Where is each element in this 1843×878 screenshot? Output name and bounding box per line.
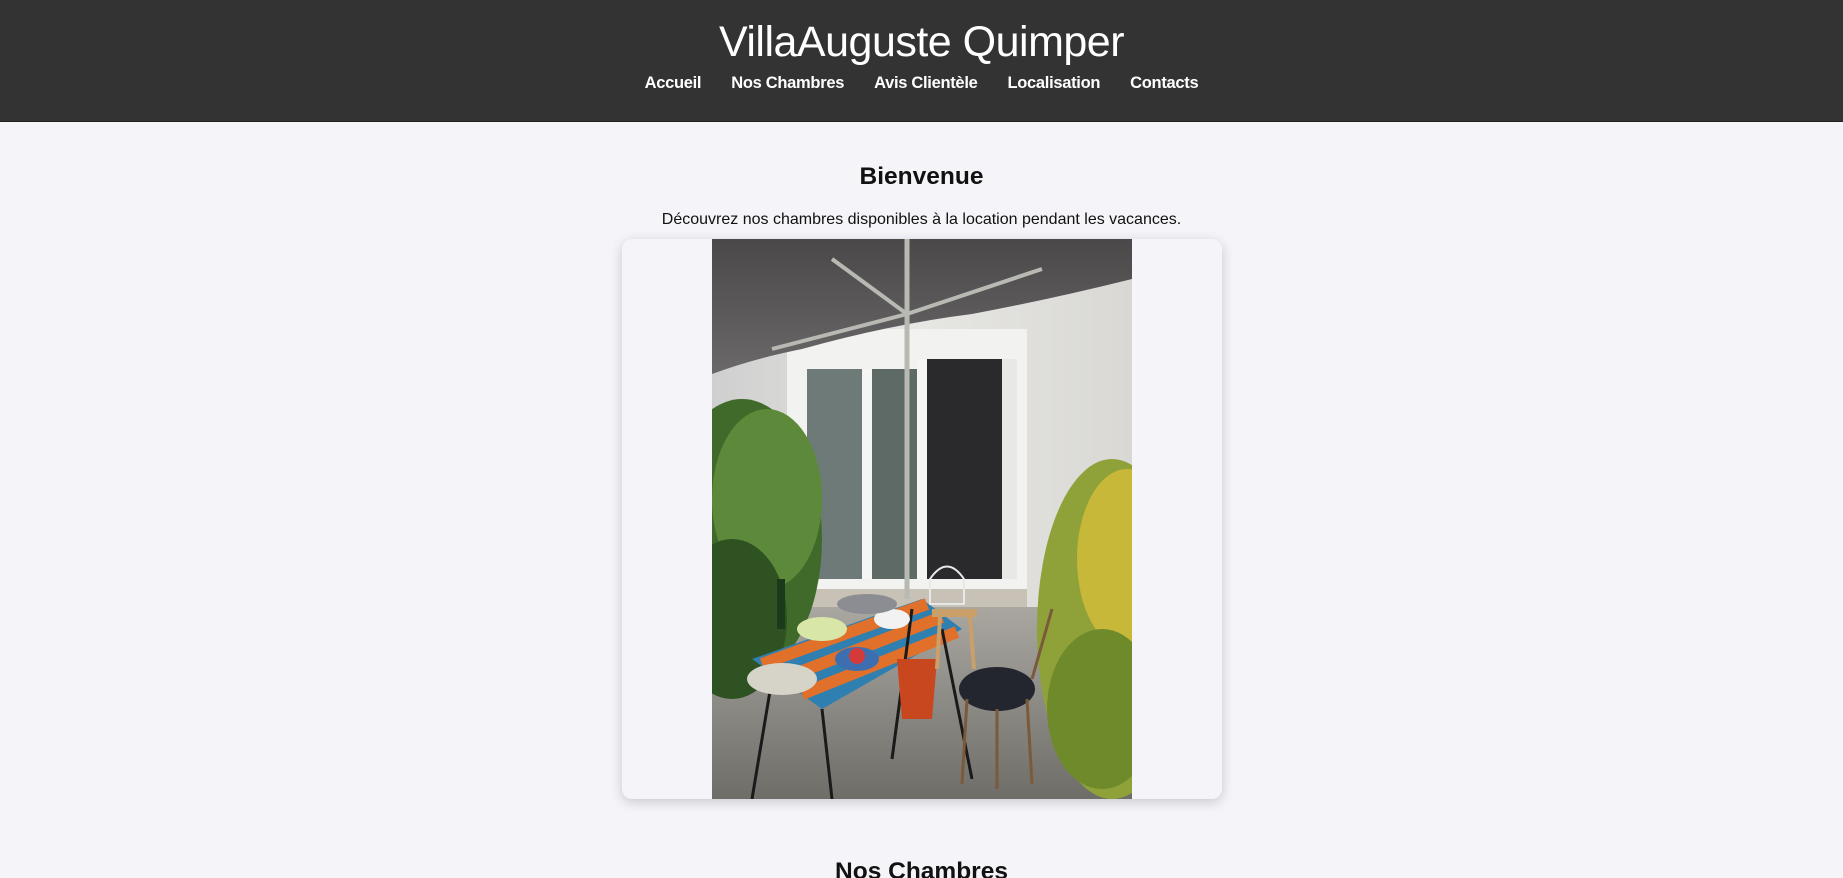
welcome-title: Bienvenue bbox=[859, 163, 984, 190]
site-header: VillaAuguste Quimper Accueil Nos Chambre… bbox=[0, 0, 1843, 122]
nav-link-contacts[interactable]: Contacts bbox=[1130, 74, 1199, 93]
terrace-photo bbox=[711, 239, 1132, 799]
nav-link-avis-clientele[interactable]: Avis Clientèle bbox=[874, 74, 978, 93]
nav-link-accueil[interactable]: Accueil bbox=[645, 74, 702, 93]
site-title: VillaAuguste Quimper bbox=[718, 18, 1125, 66]
nav-link-localisation[interactable]: Localisation bbox=[1007, 74, 1100, 93]
photo-card bbox=[621, 239, 1222, 799]
main-content: Bienvenue Découvrez nos chambres disponi… bbox=[0, 162, 1843, 878]
nav-link-nos-chambres[interactable]: Nos Chambres bbox=[731, 74, 844, 93]
main-nav: Accueil Nos Chambres Avis Clientèle Loca… bbox=[0, 74, 1843, 93]
rooms-section-title: Nos Chambres bbox=[835, 858, 1008, 878]
welcome-text: Découvrez nos chambres disponibles à la … bbox=[661, 211, 1182, 228]
